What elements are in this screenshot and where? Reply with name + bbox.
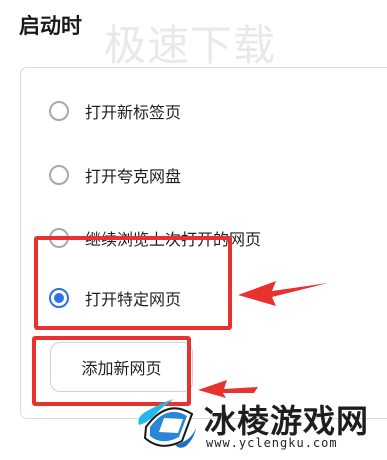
- brand-watermark: 冰棱游戏网 www.yclengku.com: [137, 390, 387, 460]
- ice-logo-icon: [138, 399, 196, 448]
- watermark-text: 极速下载: [104, 21, 277, 70]
- screenshot: 启动时 极速下载 打开新标签页 打开夸克网盘 继续浏览上次打开的网页 打开特定网…: [0, 0, 387, 460]
- option-label: 打开夸克网盘: [85, 167, 182, 186]
- annotation-arrow-icon: [238, 281, 328, 306]
- startup-option-cloud-drive[interactable]: 打开夸克网盘: [49, 163, 181, 187]
- startup-option-new-tab[interactable]: 打开新标签页: [49, 99, 181, 123]
- radio-button[interactable]: [49, 165, 69, 185]
- section-title: 启动时: [19, 14, 82, 38]
- brand-url: www.yclengku.com: [206, 436, 338, 450]
- radio-button[interactable]: [49, 101, 69, 121]
- annotation-highlight-box: [34, 236, 232, 330]
- option-label: 打开新标签页: [85, 103, 182, 122]
